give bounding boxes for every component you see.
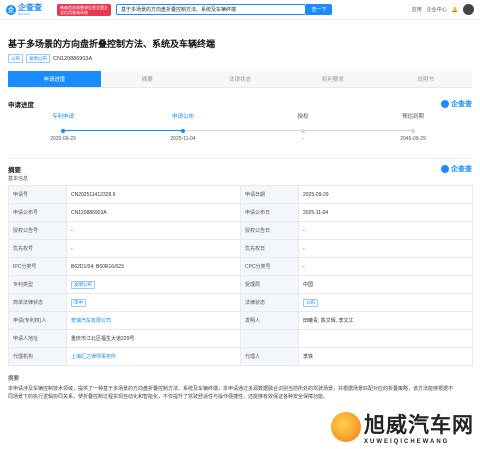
- field-label: 授权公告日: [240, 221, 299, 240]
- table-row: 申请(专利权)人 奇瑞汽车有限公司 发明人 田曦青, 陈文辉, 李文江: [8, 311, 473, 330]
- table-row: IPC分类号 B62D1/04; B60R16/023 CPC分类号 -: [8, 257, 473, 276]
- progress-step: 授权 -: [297, 114, 309, 142]
- progress-step: 申请公布 2025-11-04: [170, 114, 196, 142]
- field-value: B62D1/04; B60R16/023: [66, 257, 241, 276]
- field-label: 申请号: [8, 185, 67, 204]
- field-value: -: [298, 239, 473, 258]
- field-value: 审中: [66, 293, 241, 312]
- table-row: 申请号 CN202511412328.9 申请日期 2025-09-29: [8, 185, 473, 204]
- field-label: 优先权号: [8, 239, 67, 258]
- progress-section-title: 申请进度: [8, 102, 34, 109]
- tab-claims[interactable]: 权利要求: [286, 71, 380, 87]
- promo-banner[interactable]: 韩森首选和靠谱信息全国企业信用查询系统: [57, 3, 111, 16]
- field-label: 代理机构: [8, 347, 67, 366]
- field-label: [240, 329, 299, 348]
- field-value: 中国: [298, 275, 473, 294]
- field-label: 代理人: [240, 347, 299, 366]
- field-label: 专利类型: [8, 275, 67, 294]
- field-value: 2025-09-29: [298, 185, 473, 204]
- entity-link[interactable]: 奇瑞汽车有限公司: [71, 318, 111, 324]
- field-label: IPC分类号: [8, 257, 67, 276]
- field-label: 授权公告号: [8, 221, 67, 240]
- field-value: 重庆市江北区福生大道229号: [66, 329, 241, 348]
- status-badge: 发明公布: [71, 280, 95, 289]
- progress-step: 专利申请 2025-09-29: [50, 114, 76, 142]
- qcc-logo-icon: 企: [6, 4, 16, 15]
- field-value[interactable]: 奇瑞汽车有限公司: [66, 311, 241, 330]
- field-value: 田曦青, 陈文辉, 李文江: [298, 311, 473, 330]
- patent-number: CN120886903A: [53, 55, 93, 62]
- search-input[interactable]: 基于多场景的方向盘折叠控制方法、系统及车辆终端: [116, 4, 306, 15]
- tab-progress[interactable]: 申请进度: [8, 71, 101, 87]
- divider: [8, 158, 472, 159]
- field-label: 申请(专利权)人: [8, 311, 67, 330]
- field-value: -: [66, 239, 241, 258]
- watermark-en: XUWEIQICHEWANG: [364, 439, 450, 445]
- table-row: 代理机构 上海汇之律师事务所 代理人 李铁: [8, 347, 473, 366]
- status-tag: 公布: [8, 54, 23, 63]
- field-label: 申请日期: [240, 185, 299, 204]
- field-label: 申请公布日: [240, 203, 299, 222]
- qcc-brand-icon: [441, 165, 449, 173]
- progress-step: 预估到期 2045-09-29: [400, 114, 426, 142]
- watermark-cn: 旭威汽车网: [364, 413, 474, 437]
- field-value: -: [66, 221, 241, 240]
- apps-menu[interactable]: 应用: [412, 6, 422, 13]
- table-row: 优先权号 - 优先权日 -: [8, 239, 473, 258]
- search-button[interactable]: 查一下: [306, 4, 332, 15]
- top-bar: 企 企查查 Qcc.com 韩森首选和靠谱信息全国企业信用查询系统 基于多场景的…: [0, 0, 480, 20]
- enterprise-center-link[interactable]: 企业中心: [427, 6, 447, 13]
- field-value: 发明公布: [66, 275, 241, 294]
- tab-bar: 申请进度 摘要 法律状态 权利要求 说明书: [8, 71, 472, 88]
- basic-info-label: 基本信息: [8, 176, 29, 182]
- table-row: 简单法律状态 审中 法律状态 公布: [8, 293, 473, 312]
- table-row: 申请公布号 CN120886903A 申请公布日 2025-11-04: [8, 203, 473, 222]
- tab-abstract[interactable]: 摘要: [100, 71, 194, 87]
- progress-timeline: 专利申请 2025-09-29 申请公布 2025-11-04 授权 - 预估到…: [8, 110, 472, 154]
- field-label: 简单法律状态: [8, 293, 67, 312]
- avatar[interactable]: [463, 4, 474, 15]
- field-label: 优先权日: [240, 239, 299, 258]
- field-value[interactable]: 上海汇之律师事务所: [66, 347, 241, 366]
- field-label: 申请公布号: [8, 203, 67, 222]
- tab-legal-status[interactable]: 法律状态: [193, 71, 287, 87]
- table-row: 专利类型 发明公布 受理局 中国: [8, 275, 473, 294]
- status-badge: 审中: [71, 298, 86, 307]
- field-value: -: [298, 257, 473, 276]
- brand-logo: 企查查: [441, 164, 472, 174]
- field-value: CN120886903A: [66, 203, 241, 222]
- qcc-brand-icon: [441, 100, 449, 108]
- field-value: CN202511412328.9: [66, 185, 241, 204]
- table-row: 授权公告号 - 授权公告日 -: [8, 221, 473, 240]
- logo-sub: Qcc.com: [18, 11, 30, 16]
- qcc-logo[interactable]: 企 企查查 Qcc.com: [6, 2, 54, 16]
- abstract-text: 本申请涉及车辆控制技术领域，提供了一种基于多场景的方向盘折叠控制方法、系统及车辆…: [8, 386, 454, 400]
- table-row: 申请人地址 重庆市江北区福生大道229号: [8, 329, 473, 348]
- type-tag: 发明公布: [26, 54, 50, 63]
- field-label: CPC分类号: [240, 257, 299, 276]
- watermark-logo-icon: [331, 412, 361, 442]
- field-label: 法律状态: [240, 293, 299, 312]
- field-value: 2025-11-04: [298, 203, 473, 222]
- field-label: 申请人地址: [8, 329, 67, 348]
- info-table: 申请号 CN202511412328.9 申请日期 2025-09-29 申请公布号 CN…: [8, 185, 473, 366]
- page-title: 基于多场景的方向盘折叠控制方法、系统及车辆终端: [8, 39, 216, 49]
- field-value: [298, 329, 473, 348]
- field-value: 公布: [298, 293, 473, 312]
- field-value: 李铁: [298, 347, 473, 366]
- field-value: -: [298, 221, 473, 240]
- field-label: 受理局: [240, 275, 299, 294]
- abstract-section-title: 摘要: [8, 167, 21, 174]
- field-label: 发明人: [240, 311, 299, 330]
- entity-link[interactable]: 上海汇之律师事务所: [71, 354, 116, 360]
- brand-logo: 企查查: [441, 99, 472, 109]
- status-badge: 公布: [303, 298, 318, 307]
- logo-text: 企查查: [18, 2, 42, 12]
- abstract-label: 摘要: [8, 376, 20, 382]
- tab-description[interactable]: 说明书: [379, 71, 472, 87]
- watermark: 旭威汽车网 XUWEIQICHEWANG: [331, 409, 474, 445]
- bell-icon[interactable]: 🔔: [452, 7, 458, 13]
